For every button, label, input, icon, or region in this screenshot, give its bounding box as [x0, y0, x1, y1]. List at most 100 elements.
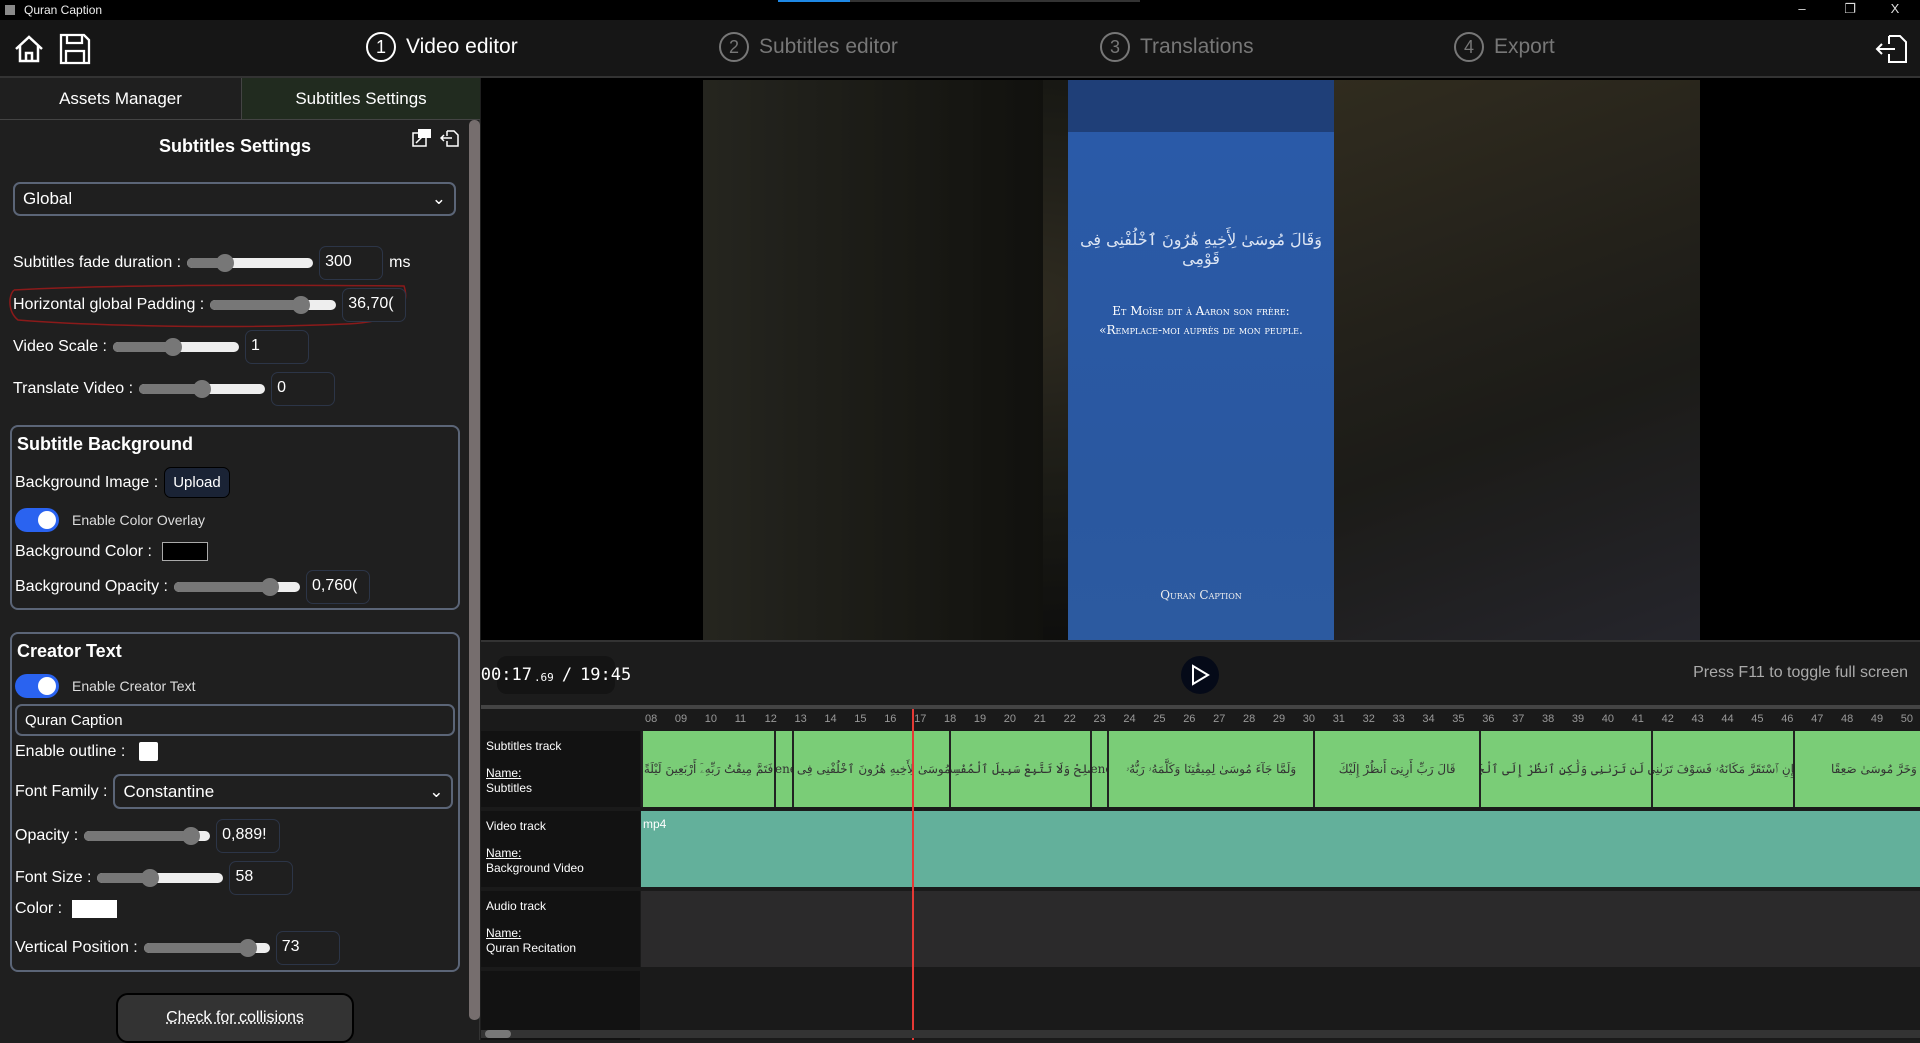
outline-checkbox[interactable] — [139, 742, 158, 761]
audio-track[interactable] — [641, 891, 1920, 967]
fade-duration-row: Subtitles fade duration :300 ms — [13, 246, 410, 280]
creator-text-group: Creator Text Enable Creator Text Quran C… — [10, 632, 460, 972]
subtitle-segment[interactable]: قَالَ لَن تَرَىٰنِى وَلَٰكِنِ ٱنظُرْ إِل… — [1479, 731, 1651, 807]
chevron-down-icon: ⌄ — [429, 782, 443, 802]
background-opacity-slider[interactable] — [174, 582, 300, 592]
minimize-button[interactable]: – — [1792, 1, 1812, 16]
video-scale-label: Video Scale : — [13, 338, 107, 356]
step-label: Translations — [1140, 35, 1254, 59]
tick-label: 12 — [765, 713, 777, 725]
translation-line: Et Moïse dit à Aaron son frère: — [1068, 302, 1334, 321]
save-icon[interactable] — [58, 32, 92, 66]
panel-scrollbar[interactable] — [469, 120, 480, 1020]
video-scale-slider[interactable] — [113, 342, 239, 352]
translate-label: Translate Video : — [13, 380, 133, 398]
subtitle-segment[interactable]: lene — [1090, 731, 1107, 807]
upload-button[interactable]: Upload — [164, 467, 230, 498]
font-size-input[interactable]: 58 — [229, 861, 293, 895]
scope-value: Global — [23, 189, 72, 209]
track-title: Video track — [486, 819, 546, 833]
step-translations[interactable]: 3 Translations — [1100, 32, 1254, 62]
background-opacity-input[interactable]: 0,760( — [306, 570, 370, 604]
tick-label: 33 — [1393, 713, 1405, 725]
fade-input[interactable]: 300 — [319, 246, 383, 280]
home-icon[interactable] — [12, 32, 46, 66]
maximize-button[interactable]: ❐ — [1840, 1, 1860, 17]
step-subtitles-editor[interactable]: 2 Subtitles editor — [719, 32, 898, 62]
close-button[interactable]: X — [1885, 1, 1905, 16]
subtitle-segment[interactable]: lene — [774, 731, 792, 807]
timeline-scrollbar[interactable] — [481, 1030, 1920, 1038]
creator-opacity-slider[interactable] — [84, 831, 210, 841]
scope-select[interactable]: Global ⌄ — [13, 182, 456, 216]
font-size-slider[interactable] — [97, 873, 223, 883]
tick-label: 26 — [1183, 713, 1195, 725]
panel-title: Subtitles Settings — [0, 136, 470, 157]
vertical-position-label: Vertical Position : — [15, 939, 138, 957]
subtitle-segment[interactable]: وَخَرَّ مُوسَىٰ صَعِقًا — [1793, 731, 1920, 807]
subtitles-track[interactable]: فَتَمَّ مِيقَٰتُ رَبِّهِۦٓ أَرْبَعِينَ ل… — [641, 731, 1920, 807]
step-video-editor[interactable]: 1 Video editor — [366, 32, 518, 62]
tick-label: 39 — [1572, 713, 1584, 725]
play-icon — [1190, 664, 1210, 686]
fade-slider[interactable] — [187, 258, 313, 268]
tick-label: 49 — [1871, 713, 1883, 725]
popout-icon[interactable] — [412, 128, 432, 148]
subtitle-segment[interactable]: وَقَالَ مُوسَىٰ لِأَخِيهِ هَٰرُونَ ٱخْلُ… — [792, 731, 949, 807]
padding-input[interactable]: 36,70( — [342, 288, 406, 322]
check-collisions-button[interactable]: Check for collisions — [116, 993, 354, 1043]
tick-label: 36 — [1482, 713, 1494, 725]
creator-text-toggle[interactable] — [15, 674, 59, 698]
current-time-ms: .69 — [534, 671, 554, 684]
step-export[interactable]: 4 Export — [1454, 32, 1555, 62]
subtitle-segment[interactable]: وَأَصْلِحْ وَلَا تَتَّبِعْ سَبِيلَ ٱلْمُ… — [949, 731, 1090, 807]
tick-label: 44 — [1721, 713, 1733, 725]
subtitle-overlay: وَقَالَ مُوسَىٰ لِأَخِيهِ هَٰرُونَ ٱخْلُ… — [1068, 80, 1334, 640]
padding-slider[interactable] — [210, 300, 336, 310]
app-icon — [5, 5, 15, 15]
tick-label: 37 — [1512, 713, 1524, 725]
tick-label: 43 — [1692, 713, 1704, 725]
subtitle-segment[interactable]: قَالَ رَبِّ أَرِنِىٓ أَنظُرْ إِلَيْكَ — [1313, 731, 1479, 807]
play-button[interactable] — [1181, 656, 1219, 694]
tick-label: 46 — [1781, 713, 1793, 725]
tick-label: 31 — [1333, 713, 1345, 725]
video-track[interactable]: mp4 — [641, 811, 1920, 887]
creator-opacity-row: Opacity :0,889! — [15, 819, 280, 853]
audio-track-label: Audio track Name: Quran Recitation — [481, 891, 640, 967]
font-family-select[interactable]: Constantine ⌄ — [113, 774, 453, 809]
dock-icon[interactable] — [440, 128, 460, 148]
tick-label: 24 — [1123, 713, 1135, 725]
creator-text-input[interactable]: Quran Caption — [15, 704, 455, 736]
time-ruler[interactable]: 08 09 10 11 12 13 14 15 16 17 18 19 20 21 22 23 24 25 26 27… — [641, 709, 1920, 731]
video-scale-input[interactable]: 1 — [245, 330, 309, 364]
translate-slider[interactable] — [139, 384, 265, 394]
tick-label: 18 — [944, 713, 956, 725]
vertical-position-slider[interactable] — [144, 943, 270, 953]
background-image-row: Background Image : Upload — [15, 467, 230, 498]
background-color-swatch[interactable] — [162, 542, 208, 561]
group-title: Creator Text — [17, 641, 122, 662]
tick-label: 40 — [1602, 713, 1614, 725]
subtitle-segment[interactable]: فَتَمَّ مِيقَٰتُ رَبِّهِۦٓ أَرْبَعِينَ ل… — [641, 731, 774, 807]
tab-assets-manager[interactable]: Assets Manager — [0, 78, 242, 120]
background-color-row: Background Color : — [15, 542, 208, 561]
subtitle-segment[interactable]: وَلَمَّا جَآءَ مُوسَىٰ لِمِيقَٰتِنَا وَك… — [1107, 731, 1313, 807]
subtitle-segment[interactable]: فَإِنِ ٱسْتَقَرَّ مَكَانَهُۥ فَسَوْفَ تَ… — [1651, 731, 1793, 807]
exit-icon[interactable] — [1875, 32, 1909, 66]
color-overlay-toggle[interactable] — [15, 508, 59, 532]
tick-label: 42 — [1662, 713, 1674, 725]
step-number: 4 — [1454, 32, 1484, 62]
timeline[interactable]: 08 09 10 11 12 13 14 15 16 17 18 19 20 21 22 23 24 25 26 27… — [481, 705, 1920, 1040]
vertical-position-row: Vertical Position : 73 — [15, 931, 340, 965]
creator-opacity-input[interactable]: 0,889! — [216, 819, 280, 853]
vertical-position-input[interactable]: 73 — [276, 931, 340, 965]
translate-input[interactable]: 0 — [271, 372, 335, 406]
creator-color-swatch[interactable] — [72, 900, 117, 918]
creator-enable-row: Enable Creator Text — [15, 674, 195, 698]
outline-row: Enable outline : — [15, 742, 158, 761]
video-preview[interactable]: وَقَالَ مُوسَىٰ لِأَخِيهِ هَٰرُونَ ٱخْلُ… — [481, 78, 1920, 640]
tab-subtitles-settings[interactable]: Subtitles Settings — [242, 78, 480, 120]
playhead[interactable] — [912, 709, 914, 1040]
translation-subtitle: Et Moïse dit à Aaron son frère: «Remplace… — [1068, 302, 1334, 340]
